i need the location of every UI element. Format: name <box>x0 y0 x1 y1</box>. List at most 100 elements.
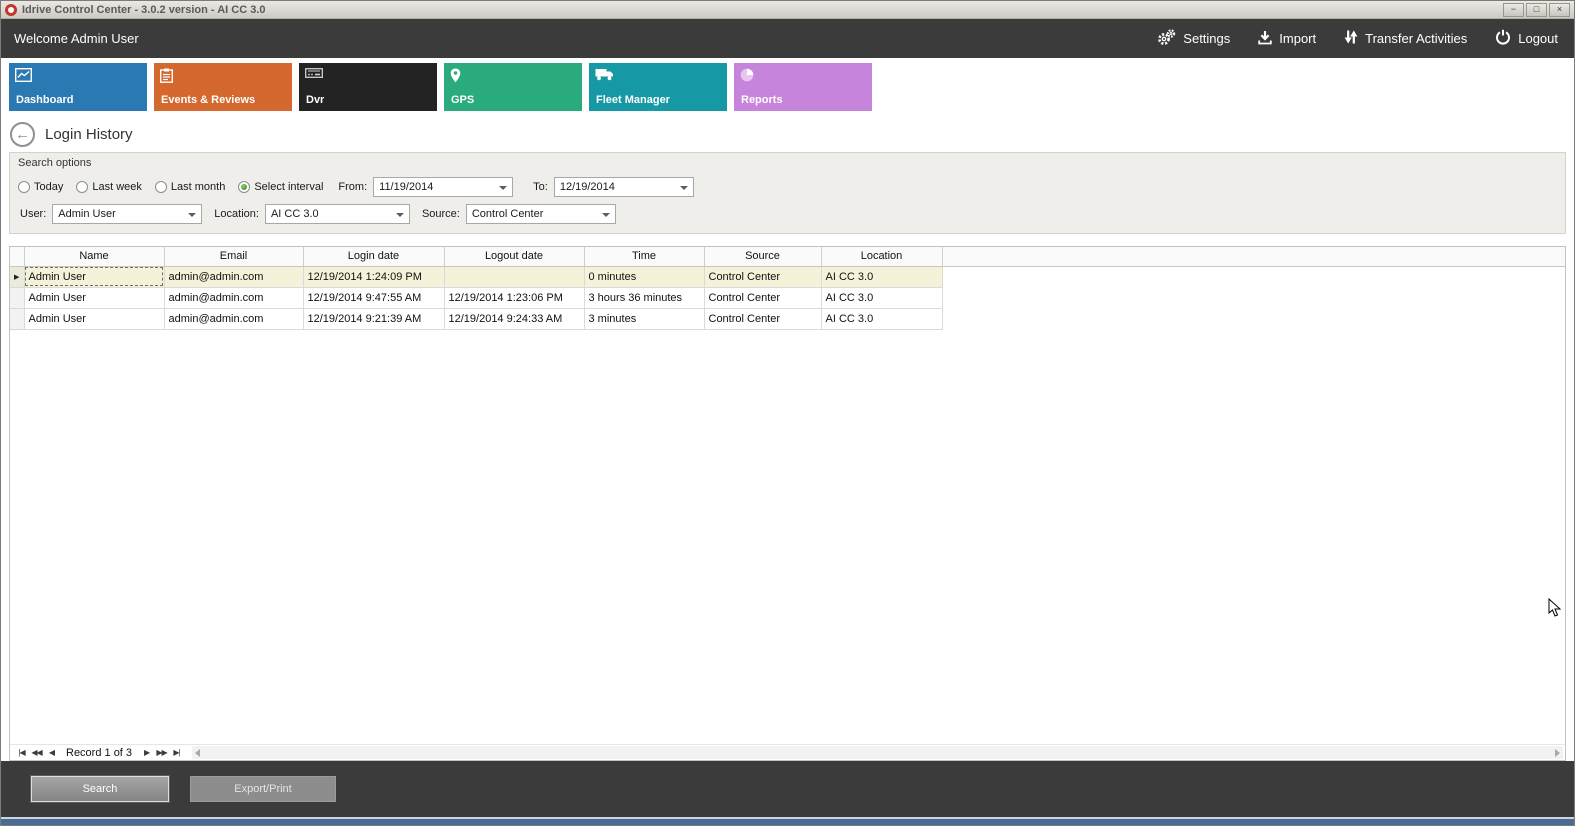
radio-select-interval-circle <box>238 181 250 193</box>
column-header-login-date[interactable]: Login date <box>303 247 444 266</box>
first-record-button[interactable]: |◀ <box>14 748 29 757</box>
cell-source: Control Center <box>704 308 821 329</box>
tile-fleet-manager[interactable]: Fleet Manager <box>589 63 727 111</box>
tile-dvr[interactable]: Dvr <box>299 63 437 111</box>
maximize-button[interactable]: □ <box>1526 3 1547 17</box>
minimize-button[interactable]: − <box>1503 3 1524 17</box>
page-title: Login History <box>45 126 133 143</box>
cell-email: admin@admin.com <box>164 308 303 329</box>
cell-login-date: 12/19/2014 1:24:09 PM <box>303 266 444 287</box>
cell-time: 3 hours 36 minutes <box>584 287 704 308</box>
column-header-location[interactable]: Location <box>821 247 942 266</box>
back-button[interactable]: ← <box>10 122 35 147</box>
bottom-edge-strip <box>1 817 1574 825</box>
settings-label: Settings <box>1183 31 1230 46</box>
tile-gps[interactable]: GPS <box>444 63 582 111</box>
login-history-table: Name Email Login date Logout date Time S… <box>10 247 1565 330</box>
cell-location: AI CC 3.0 <box>821 308 942 329</box>
page-title-row: ← Login History <box>1 116 1574 152</box>
transfer-activities-button[interactable]: Transfer Activities <box>1344 29 1467 48</box>
next-record-button[interactable]: ▶ <box>139 748 154 757</box>
last-record-button[interactable]: ▶| <box>169 748 184 757</box>
back-arrow-icon: ← <box>15 126 30 143</box>
column-header-source[interactable]: Source <box>704 247 821 266</box>
column-header-logout-date[interactable]: Logout date <box>444 247 584 266</box>
tile-dvr-label: Dvr <box>306 94 324 106</box>
titlebar: Idrive Control Center - 3.0.2 version - … <box>1 1 1574 19</box>
scroll-right-icon[interactable] <box>1555 749 1560 757</box>
column-header-time[interactable]: Time <box>584 247 704 266</box>
radio-last-month-label: Last month <box>171 181 225 193</box>
location-label: Location: <box>214 208 259 220</box>
import-icon <box>1258 30 1272 48</box>
tile-dashboard[interactable]: Dashboard <box>9 63 147 111</box>
from-date-value: 11/19/2014 <box>379 181 433 193</box>
app-logo-icon <box>5 4 17 16</box>
settings-button[interactable]: Settings <box>1156 29 1230 49</box>
radio-select-interval-label: Select interval <box>254 181 323 193</box>
column-header-email[interactable]: Email <box>164 247 303 266</box>
from-label: From: <box>338 181 367 193</box>
tile-reports-label: Reports <box>741 94 783 106</box>
top-header-bar: Welcome Admin User Settings Import Trans… <box>1 19 1574 58</box>
export-print-button[interactable]: Export/Print <box>190 776 336 802</box>
transfer-arrows-icon <box>1344 29 1358 48</box>
cell-login-date: 12/19/2014 9:47:55 AM <box>303 287 444 308</box>
cell-time: 3 minutes <box>584 308 704 329</box>
location-dropdown[interactable]: AI CC 3.0 <box>265 204 410 224</box>
user-value: Admin User <box>58 208 115 220</box>
radio-last-week-label: Last week <box>92 181 142 193</box>
prev-record-button[interactable]: ◀ <box>44 748 59 757</box>
scroll-left-icon[interactable] <box>195 749 200 757</box>
import-button[interactable]: Import <box>1258 30 1316 48</box>
to-label: To: <box>533 181 548 193</box>
grid-empty-area <box>10 330 1565 745</box>
tile-events-reviews-label: Events & Reviews <box>161 94 255 106</box>
cell-email: admin@admin.com <box>164 287 303 308</box>
cell-email: admin@admin.com <box>164 266 303 287</box>
radio-select-interval[interactable]: Select interval <box>238 181 323 193</box>
prev-page-button[interactable]: ◀◀ <box>29 748 44 757</box>
transfer-activities-label: Transfer Activities <box>1365 31 1467 46</box>
user-label: User: <box>20 208 46 220</box>
footer-bar: Search Export/Print <box>1 761 1574 817</box>
horizontal-scrollbar[interactable] <box>192 746 1563 759</box>
table-row[interactable]: Admin User admin@admin.com 12/19/2014 9:… <box>10 287 1565 308</box>
cell-name: Admin User <box>24 287 164 308</box>
source-value: Control Center <box>472 208 544 220</box>
user-dropdown[interactable]: Admin User <box>52 204 202 224</box>
record-navigator: |◀ ◀◀ ◀ Record 1 of 3 ▶ ▶▶ ▶| <box>10 744 1565 760</box>
nav-tiles: Dashboard Events & Reviews Dvr GPS Fleet… <box>1 58 1574 116</box>
radio-last-week[interactable]: Last week <box>76 181 142 193</box>
import-label: Import <box>1279 31 1316 46</box>
table-row[interactable]: ▶ Admin User admin@admin.com 12/19/2014 … <box>10 266 1565 287</box>
login-history-grid: Name Email Login date Logout date Time S… <box>9 246 1566 761</box>
tile-reports[interactable]: Reports <box>734 63 872 111</box>
cell-name: Admin User <box>24 308 164 329</box>
cell-time: 0 minutes <box>584 266 704 287</box>
to-date-dropdown[interactable]: 12/19/2014 <box>554 177 694 197</box>
row-indicator-icon: ▶ <box>10 266 24 287</box>
cell-login-date: 12/19/2014 9:21:39 AM <box>303 308 444 329</box>
location-value: AI CC 3.0 <box>271 208 319 220</box>
table-header-row: Name Email Login date Logout date Time S… <box>10 247 1565 266</box>
to-date-value: 12/19/2014 <box>560 181 615 193</box>
tile-events-reviews[interactable]: Events & Reviews <box>154 63 292 111</box>
column-header-name[interactable]: Name <box>24 247 164 266</box>
cell-source: Control Center <box>704 266 821 287</box>
welcome-text: Welcome Admin User <box>14 31 139 46</box>
radio-last-month[interactable]: Last month <box>155 181 225 193</box>
app-window: Idrive Control Center - 3.0.2 version - … <box>0 0 1575 826</box>
search-button[interactable]: Search <box>31 776 169 802</box>
next-page-button[interactable]: ▶▶ <box>154 748 169 757</box>
source-dropdown[interactable]: Control Center <box>466 204 616 224</box>
close-button[interactable]: × <box>1549 3 1570 17</box>
interval-filter-row: Today Last week Last month Select interv… <box>18 177 1557 197</box>
table-row[interactable]: Admin User admin@admin.com 12/19/2014 9:… <box>10 308 1565 329</box>
power-icon <box>1495 29 1511 48</box>
search-options-title: Search options <box>18 157 1557 169</box>
logout-button[interactable]: Logout <box>1495 29 1558 48</box>
radio-last-month-circle <box>155 181 167 193</box>
from-date-dropdown[interactable]: 11/19/2014 <box>373 177 513 197</box>
radio-today[interactable]: Today <box>18 181 63 193</box>
